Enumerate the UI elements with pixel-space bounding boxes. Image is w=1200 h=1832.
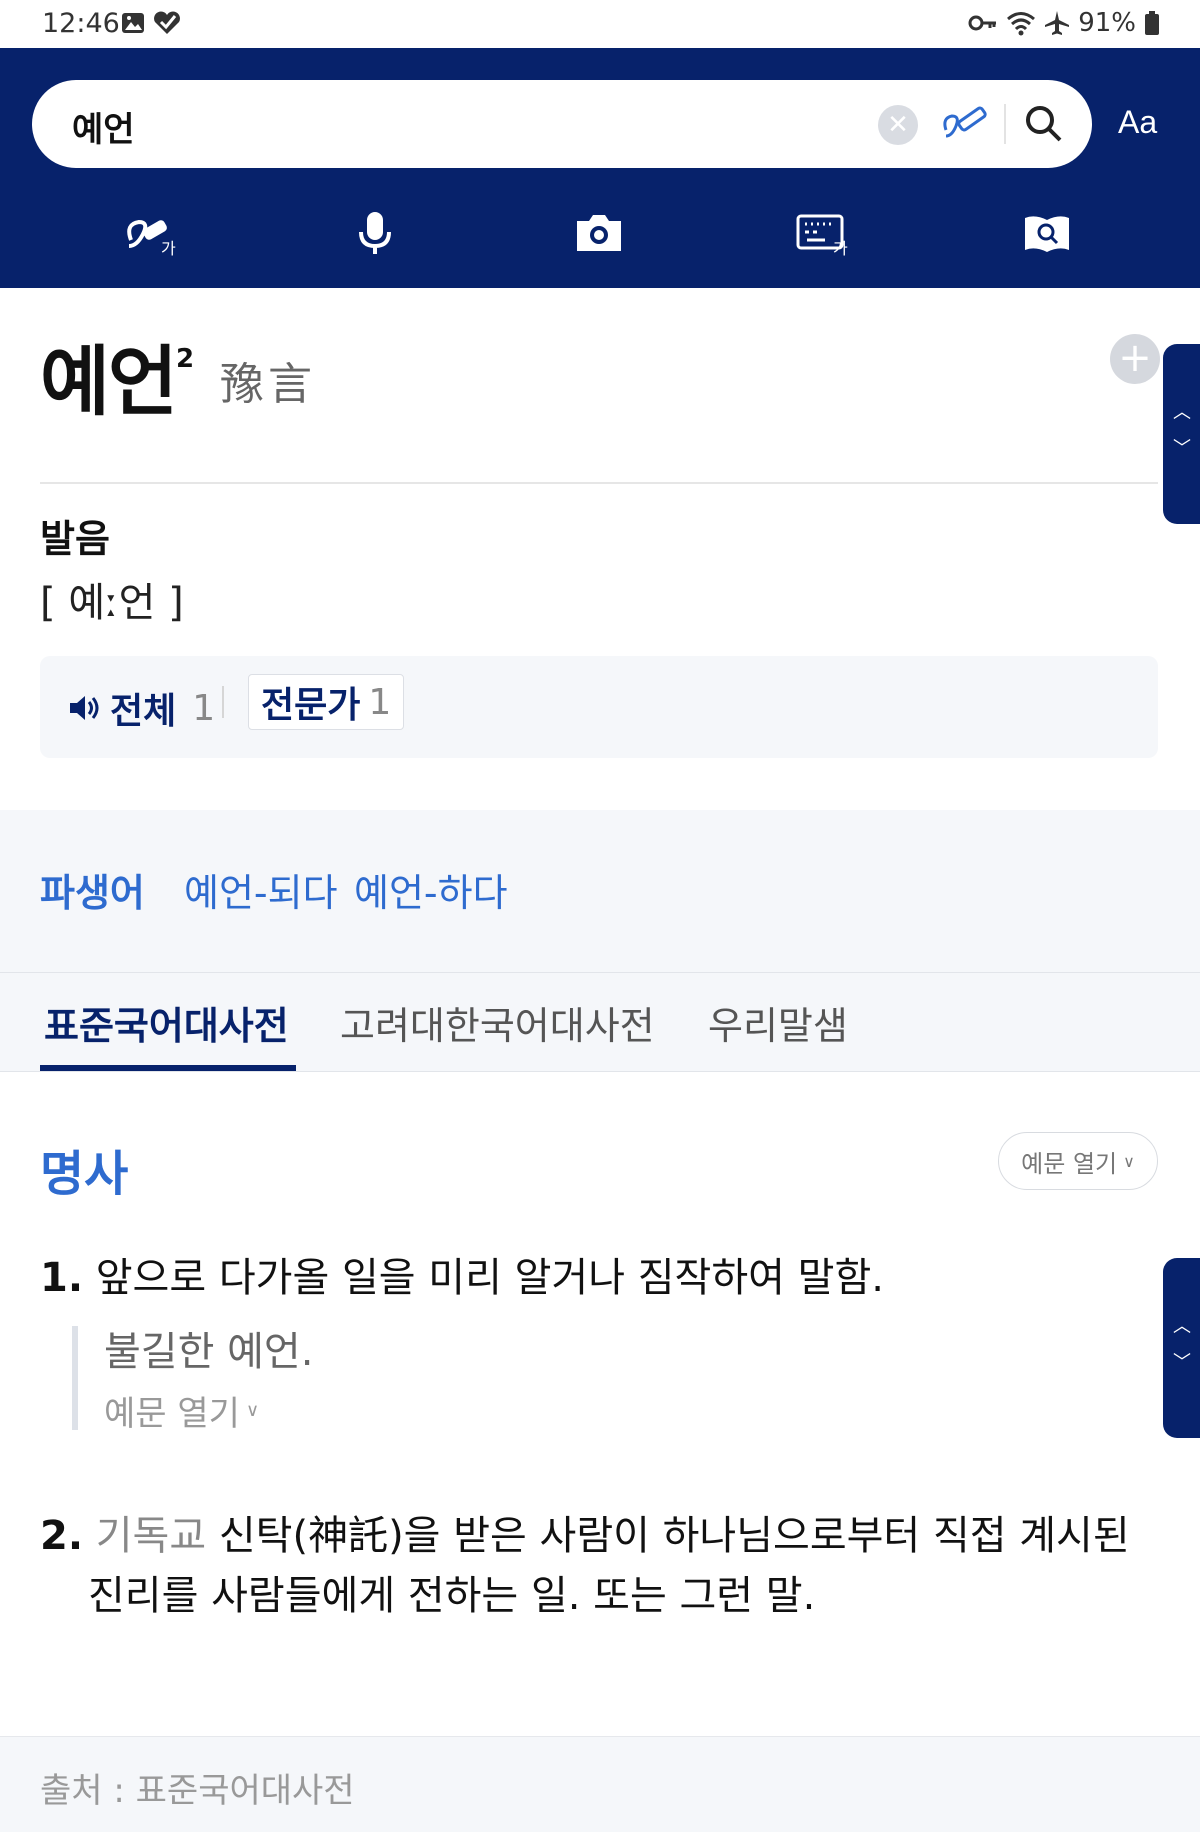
active-tab-indicator [40,1065,296,1071]
side-scroll-nav-bottom[interactable]: ︿ ﹀ [1163,1258,1200,1438]
close-icon: ✕ [887,110,909,140]
all-count: 1 [192,687,216,729]
all-label: 전체 [110,691,177,732]
part-of-speech: 명사 [40,1146,129,1202]
chevron-up-icon[interactable]: ︿ [1173,1312,1191,1338]
definition-number: 2. [40,1513,84,1559]
battery-icon [1145,11,1159,35]
wifi-icon [1007,12,1036,36]
example-open-label: 예문 열기 [104,1394,240,1434]
status-time: 12:46 [42,8,120,39]
pronunciation-title: 발음 [40,517,110,561]
tab-standard-dictionary[interactable]: 표준국어대사전 [44,995,289,1050]
chevron-down-icon[interactable]: ﹀ [1173,434,1191,460]
example-open-toggle[interactable]: 예문 열기 ∨ [104,1386,1072,1435]
source-text: 출처 : 표준국어대사전 [40,1771,355,1811]
definition-text: 신탁(神託)을 받은 사람이 하나님으로부터 직접 계시된 [218,1513,1130,1559]
font-size-button[interactable]: Aa [1118,104,1157,141]
keyboard-input-button[interactable]: 가 [788,198,858,268]
handwriting-search-button[interactable] [938,100,992,148]
clear-search-button[interactable]: ✕ [878,105,918,145]
definition-text-continued: 진리를 사람들에게 전하는 일. 또는 그런 말. [88,1573,816,1619]
search-toolbar: 가 가 [0,198,1200,268]
camera-icon [577,215,621,251]
svg-text:가: 가 [161,239,176,258]
airplane-icon [1045,11,1070,35]
definition-category: 기독교 [95,1513,207,1559]
book-search-icon [1025,216,1069,252]
dictionary-tabs: 표준국어대사전 고려대한국어대사전 우리말샘 [0,972,1200,1072]
expert-label: 전문가 [261,685,361,726]
chevron-down-icon: ∨ [1123,1151,1135,1171]
app-header: 예언 ✕ Aa 가 가 [0,48,1200,288]
battery-percent: 91% [1078,8,1136,38]
derivative-link[interactable]: 예언-되다 [184,862,338,917]
example-text: 불길한 예언. [104,1329,314,1375]
headword: 예언 [40,337,178,426]
source-footer: 출처 : 표준국어대사전 [0,1736,1200,1832]
definition-number: 1. [40,1255,84,1301]
expert-audio-button[interactable]: 전문가 1 [248,674,405,730]
search-input[interactable]: 예언 [72,102,135,151]
search-icon [1026,106,1062,142]
plus-icon: + [1118,335,1152,381]
play-all-button[interactable]: 전체 1 [68,682,215,734]
pronunciation-audio-panel: 전체 1 전문가 1 [40,656,1158,758]
search-bar[interactable]: 예언 ✕ [32,80,1092,168]
tab-urimalsaem[interactable]: 우리말샘 [708,995,848,1050]
heart-check-icon [154,11,180,34]
derivatives-section: 파생어 예언-되다 예언-하다 [0,810,1200,972]
homonym-number: 2 [176,344,195,374]
chevron-down-icon: ∨ [245,1400,260,1421]
tab-korea-univ-dictionary[interactable]: 고려대한국어대사전 [340,995,655,1050]
microphone-icon [359,212,391,254]
pen-icon [943,106,987,138]
expert-count: 1 [368,681,392,723]
image-icon [122,13,144,33]
svg-text:가: 가 [833,239,848,256]
example-block: 불길한 예언. 예문 열기 ∨ [72,1326,1072,1434]
speaker-icon [70,696,99,720]
status-bar: 12:46 91% [0,0,1200,48]
divider [40,482,1158,484]
chevron-down-icon[interactable]: ﹀ [1173,1348,1191,1374]
derivatives-label: 파생어 [40,871,145,915]
vpn-key-icon [968,15,997,31]
camera-input-button[interactable] [564,198,634,268]
open-examples-label: 예문 열기 [1021,1149,1118,1178]
handwriting-icon: 가 [127,219,176,258]
search-button[interactable] [1020,100,1068,148]
derivative-link[interactable]: 예언-하다 [354,862,508,917]
add-wordbook-button[interactable]: + [1110,334,1160,384]
open-examples-button[interactable]: 예문 열기 ∨ [998,1132,1158,1190]
definition-1: 1. 앞으로 다가올 일을 미리 알거나 짐작하여 말함. [40,1248,1150,1308]
dictionary-search-button[interactable] [1012,198,1082,268]
voice-input-button[interactable] [340,198,410,268]
definition-text: 앞으로 다가올 일을 미리 알거나 짐작하여 말함. [95,1255,884,1301]
chevron-up-icon[interactable]: ︿ [1173,398,1191,424]
pronunciation-text: [ 예ː언 ] [40,580,184,626]
side-scroll-nav-top[interactable]: ︿ ﹀ [1163,344,1200,524]
definition-2: 2. 기독교 신탁(神託)을 받은 사람이 하나님으로부터 직접 계시된 진리를… [40,1506,1150,1626]
hanja-text: 豫言 [220,359,316,410]
handwriting-input-button[interactable]: 가 [116,198,186,268]
keyboard-icon: 가 [796,214,848,256]
